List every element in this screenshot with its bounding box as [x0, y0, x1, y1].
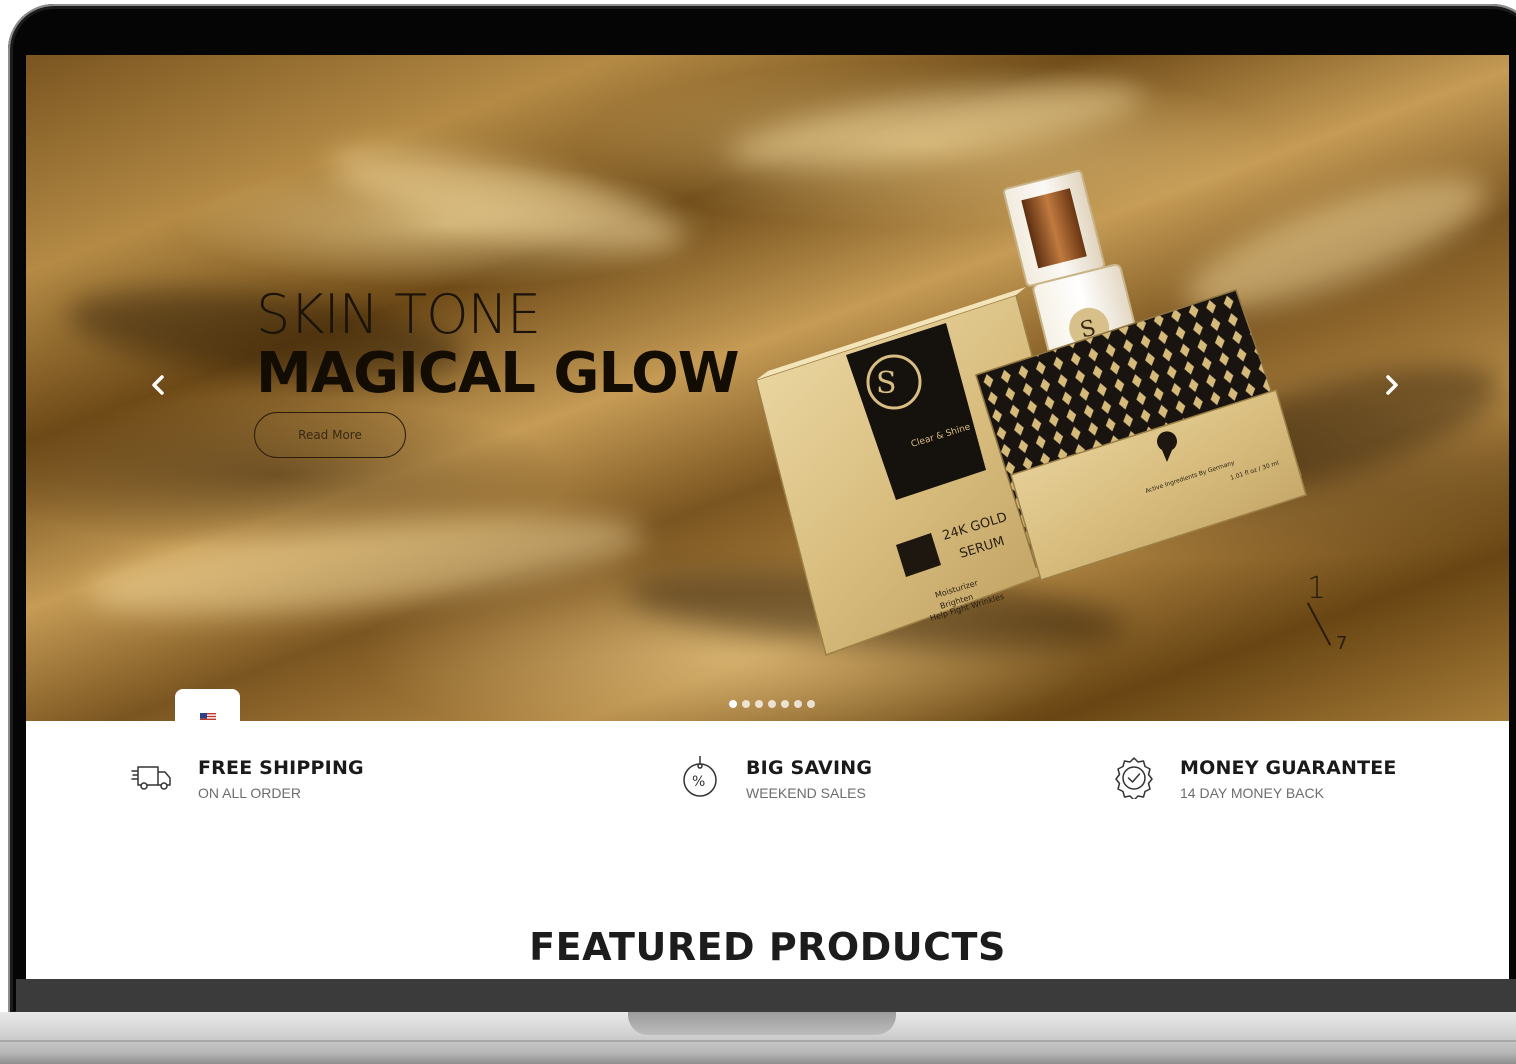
- slider-dot[interactable]: [729, 700, 737, 708]
- silk-highlight: [1171, 152, 1501, 338]
- feature-title: BIG SAVING: [746, 757, 873, 779]
- slide-counter-total: 7: [1336, 633, 1348, 654]
- slider-pagination: [729, 700, 815, 708]
- svg-text:SERUM: SERUM: [958, 534, 1007, 562]
- silk-highlight: [723, 66, 1149, 184]
- delivery-truck-icon: [131, 766, 171, 790]
- feature-subtitle: ON ALL ORDER: [198, 785, 301, 801]
- us-flag-icon: [199, 713, 216, 721]
- svg-text:24K GOLD: 24K GOLD: [941, 510, 1009, 544]
- read-more-button[interactable]: Read More: [254, 412, 406, 458]
- feature-title: FREE SHIPPING: [198, 757, 364, 779]
- slider-dot[interactable]: [807, 700, 815, 708]
- laptop-mockup: S S Clear & Shine 24K GOLD SERUM Moistur…: [0, 0, 1516, 1064]
- slider-dot[interactable]: [755, 700, 763, 708]
- slider-dot[interactable]: [768, 700, 776, 708]
- chevron-left-icon: [152, 375, 164, 395]
- feature-big-saving: % BIG SAVING WEEKEND SALES: [678, 755, 872, 801]
- feature-title: MONEY GUARANTEE: [1180, 757, 1397, 779]
- slider-dot[interactable]: [794, 700, 802, 708]
- featured-products-heading: FEATURED PRODUCTS: [529, 925, 1006, 969]
- slide-counter-divider: [1306, 602, 1332, 646]
- hero-title-light: SKIN TONE: [256, 283, 541, 346]
- feature-subtitle: 14 DAY MONEY BACK: [1180, 785, 1324, 801]
- slider-dot[interactable]: [742, 700, 750, 708]
- silk-shadow: [624, 557, 1128, 663]
- slide-counter-current: 1: [1307, 571, 1327, 606]
- silk-highlight: [322, 128, 690, 272]
- hero-slider: S S Clear & Shine 24K GOLD SERUM Moistur…: [26, 55, 1509, 721]
- laptop-base-edge: [0, 1040, 1516, 1042]
- silk-highlight: [83, 495, 649, 635]
- svg-text:Clear & Shine: Clear & Shine: [910, 422, 972, 450]
- discount-tag-icon: %: [683, 756, 717, 797]
- slider-dot[interactable]: [781, 700, 789, 708]
- laptop-notch: [628, 1012, 896, 1035]
- chevron-right-icon: [1386, 375, 1398, 395]
- silk-shadow: [1140, 339, 1509, 521]
- language-selector[interactable]: [175, 689, 240, 721]
- slider-next-button[interactable]: [1374, 367, 1410, 403]
- slider-prev-button[interactable]: [140, 367, 176, 403]
- feature-money-guarantee: MONEY GUARANTEE 14 DAY MONEY BACK: [1112, 755, 1397, 801]
- feature-subtitle: WEEKEND SALES: [746, 785, 866, 801]
- svg-text:S: S: [876, 366, 897, 401]
- svg-text:S: S: [1078, 316, 1099, 344]
- hero-title-bold: MAGICAL GLOW: [256, 341, 740, 406]
- website-screen: S S Clear & Shine 24K GOLD SERUM Moistur…: [26, 55, 1509, 979]
- feature-free-shipping: FREE SHIPPING ON ALL ORDER: [130, 755, 364, 801]
- laptop-bezel-bottom: [16, 979, 1516, 1012]
- svg-text:%: %: [692, 774, 705, 790]
- guarantee-badge-icon: [1115, 757, 1153, 799]
